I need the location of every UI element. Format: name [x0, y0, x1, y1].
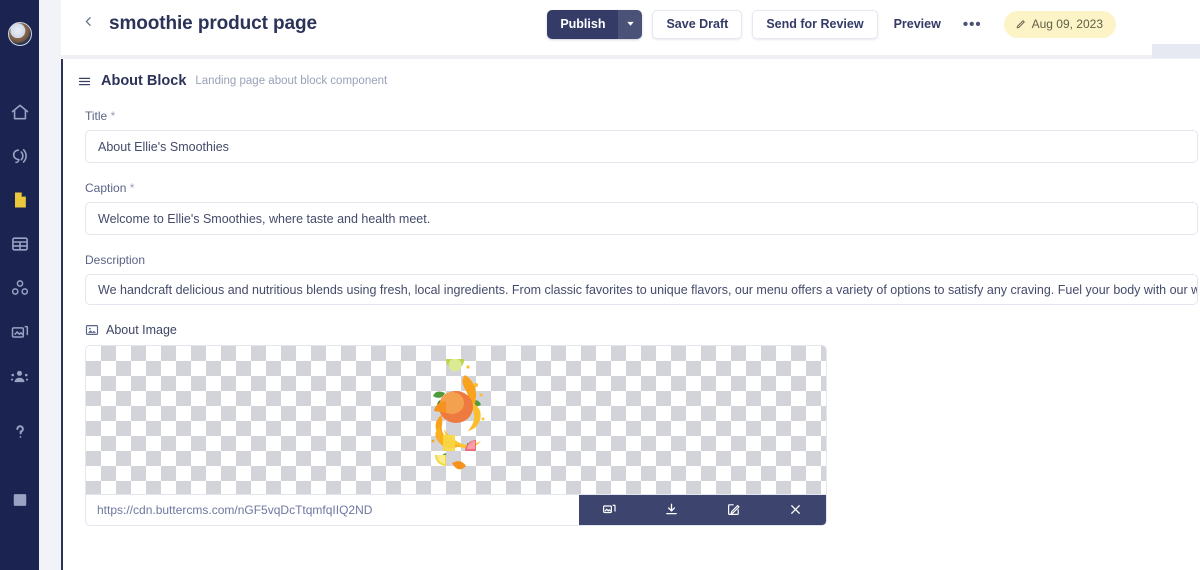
about-image-card: https://cdn.buttercms.com/nGF5vqDcTtqmfq… — [85, 345, 827, 526]
pencil-icon — [1015, 19, 1026, 30]
page-icon — [10, 190, 30, 210]
about-image-thumbnail — [431, 359, 485, 470]
download-icon — [664, 502, 679, 520]
sidebar-item-broadcast[interactable] — [0, 134, 39, 178]
field-description-label: Description — [85, 253, 1200, 267]
publish-button[interactable]: Publish — [547, 9, 619, 39]
sidebar-item-team[interactable] — [0, 354, 39, 398]
edit-square-icon — [726, 502, 741, 520]
book-icon — [10, 490, 30, 510]
download-image-button[interactable] — [649, 495, 695, 525]
field-title: Title * About Ellie's Smoothies — [85, 109, 1200, 163]
page-title: smoothie product page — [109, 13, 317, 34]
field-caption-required: * — [129, 181, 135, 195]
header-actions: Publish Save Draft Send for Review Previ… — [547, 9, 1116, 39]
publish-dropdown-button[interactable] — [618, 9, 643, 39]
edit-image-button[interactable] — [710, 495, 756, 525]
page-header: smoothie product page Publish Save Draft… — [61, 0, 1152, 48]
send-for-review-button[interactable]: Send for Review — [752, 9, 878, 39]
chevron-left-icon — [82, 15, 95, 33]
image-icon — [85, 323, 99, 337]
image-url-bar: https://cdn.buttercms.com/nGF5vqDcTtqmfq… — [86, 494, 826, 525]
about-image-label-text: About Image — [106, 323, 177, 337]
sidebar-item-home[interactable] — [0, 90, 39, 134]
block-header: About Block Landing page about block com… — [63, 59, 1200, 93]
replace-image-button[interactable] — [587, 495, 633, 525]
field-caption-label: Caption * — [85, 181, 1200, 195]
sidebar-nav — [0, 0, 39, 570]
sidebar-item-help[interactable] — [0, 410, 39, 454]
user-avatar[interactable] — [7, 22, 32, 46]
about-block-panel: About Block Landing page about block com… — [61, 59, 1200, 570]
app-root: smoothie product page Publish Save Draft… — [0, 0, 1200, 570]
close-icon — [788, 502, 803, 520]
header-right-strip — [1152, 44, 1200, 58]
field-description-label-text: Description — [85, 253, 146, 267]
field-title-label-text: Title — [85, 109, 108, 123]
sidebar-item-media[interactable] — [0, 310, 39, 354]
about-image-label: About Image — [85, 323, 1200, 337]
drag-handle-icon[interactable] — [77, 74, 92, 89]
block-title: About Block — [101, 73, 187, 89]
image-toolbar — [579, 495, 826, 525]
publish-button-group: Publish — [547, 9, 643, 39]
home-icon — [10, 102, 30, 122]
field-title-label: Title * — [85, 109, 1200, 123]
rail-gutter — [39, 0, 61, 570]
field-caption-label-text: Caption — [85, 181, 127, 195]
team-icon — [9, 366, 30, 387]
block-fields: Title * About Ellie's Smoothies Caption … — [63, 93, 1200, 526]
sidebar-item-components[interactable] — [0, 266, 39, 310]
preview-button[interactable]: Preview — [888, 10, 947, 39]
save-draft-button[interactable]: Save Draft — [652, 9, 743, 39]
field-description: Description We handcraft delicious and n… — [85, 253, 1200, 305]
publish-date-badge[interactable]: Aug 09, 2023 — [1003, 10, 1116, 38]
sidebar-item-docs[interactable] — [0, 478, 39, 522]
components-icon — [10, 278, 30, 298]
publish-date-text: Aug 09, 2023 — [1031, 17, 1103, 31]
description-input[interactable]: We handcraft delicious and nutritious bl… — [85, 274, 1198, 305]
field-title-required: * — [110, 109, 116, 123]
media-icon — [10, 322, 30, 342]
block-subtitle: Landing page about block component — [195, 75, 388, 87]
field-about-image: About Image https://cdn.buttercms.com/nG… — [85, 323, 1200, 526]
field-caption: Caption * Welcome to Ellie's Smoothies, … — [85, 181, 1200, 235]
back-button[interactable] — [75, 11, 101, 37]
more-options-button[interactable]: ••• — [957, 10, 988, 39]
images-icon — [602, 502, 617, 520]
remove-image-button[interactable] — [772, 495, 818, 525]
sidebar-item-collections[interactable] — [0, 222, 39, 266]
megaphone-icon — [10, 146, 30, 166]
image-preview-canvas — [86, 346, 826, 494]
table-icon — [10, 234, 30, 254]
sidebar-item-pages[interactable] — [0, 178, 39, 222]
help-icon — [10, 422, 30, 442]
caption-input[interactable]: Welcome to Ellie's Smoothies, where tast… — [85, 202, 1198, 235]
title-input[interactable]: About Ellie's Smoothies — [85, 130, 1198, 163]
chevron-down-icon — [625, 17, 636, 32]
